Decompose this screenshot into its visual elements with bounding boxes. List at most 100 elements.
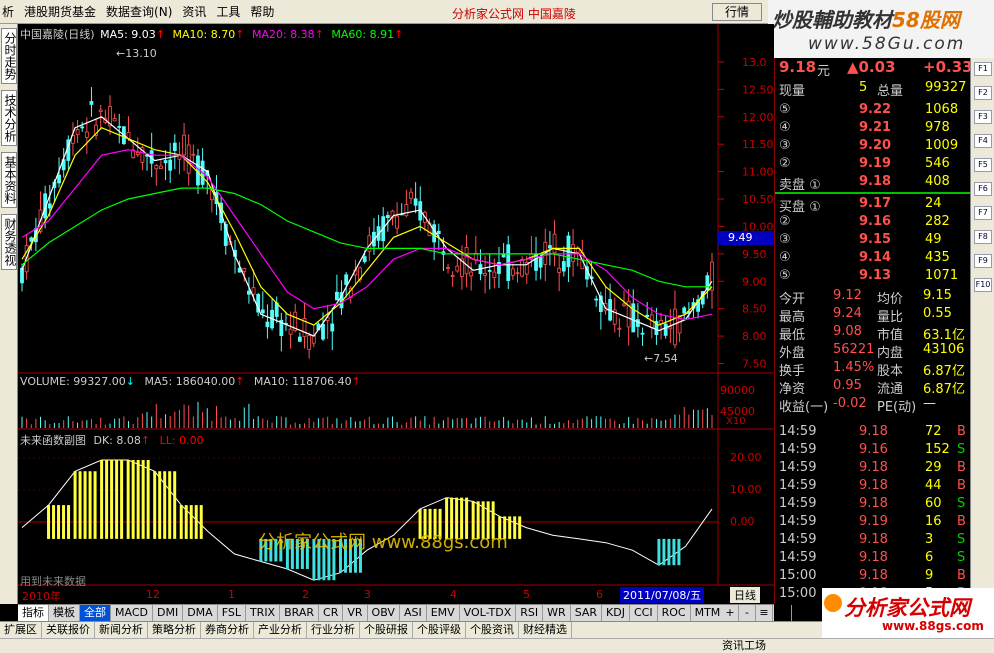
function-tab[interactable]: 个股研报 xyxy=(360,622,413,638)
function-key-f6[interactable]: F6 xyxy=(974,182,992,196)
indicator-tab[interactable]: EMV xyxy=(427,605,460,621)
candle-body xyxy=(260,309,265,314)
period-selector[interactable]: 日线 xyxy=(730,587,760,603)
function-key-f1[interactable]: F1 xyxy=(974,62,992,76)
price-tick-label: 11.50 xyxy=(742,138,774,151)
candle-body xyxy=(84,131,89,138)
zoom-out-button[interactable]: - xyxy=(739,605,756,621)
function-tab[interactable]: 个股评级 xyxy=(413,622,466,638)
stat-label-2: PE(动) xyxy=(877,400,917,415)
indicator-tab[interactable]: RSI xyxy=(516,605,544,621)
tick-row: 14:59 9.18 6 S xyxy=(775,550,971,568)
brand-title-text: 炒股輔助教材 xyxy=(772,8,892,32)
menu-item-analysis[interactable]: 析 xyxy=(2,3,14,20)
menu-item-help[interactable]: 帮助 xyxy=(250,3,274,20)
candle-body xyxy=(432,224,437,243)
indicator-tab[interactable]: KDJ xyxy=(602,605,630,621)
tick-row: 14:59 9.18 29 B xyxy=(775,460,971,478)
function-tab[interactable]: 券商分析 xyxy=(201,622,254,638)
indicator-tab[interactable]: FSL xyxy=(218,605,246,621)
function-tab[interactable]: 策略分析 xyxy=(148,622,201,638)
volume-ma10: MA10: 118706.40 xyxy=(253,375,352,388)
indicator-tab[interactable]: CR xyxy=(319,605,344,621)
indicator-tab-controls: + - ≡ xyxy=(722,604,774,621)
function-key-f9[interactable]: F9 xyxy=(974,254,992,268)
function-tab[interactable]: 新闻分析 xyxy=(95,622,148,638)
indicator-tab[interactable]: CCI xyxy=(630,605,658,621)
tick-side: S xyxy=(957,496,966,511)
candle-body xyxy=(645,314,650,318)
function-tab[interactable]: 行业分析 xyxy=(307,622,360,638)
candle-body xyxy=(409,191,413,199)
indicator-tab[interactable]: SAR xyxy=(571,605,603,621)
info-workshop-link[interactable]: 资讯工场 xyxy=(722,639,766,653)
menu-item-news[interactable]: 资讯 xyxy=(182,3,206,20)
function-key-f3[interactable]: F3 xyxy=(974,110,992,124)
function-tab[interactable]: 产业分析 xyxy=(254,622,307,638)
candle-body xyxy=(510,268,515,276)
chart-canvas[interactable]: 13.012.5012.0011.5011.0010.5010.009.509.… xyxy=(18,24,774,604)
function-key-f5[interactable]: F5 xyxy=(974,158,992,172)
indicator-tab[interactable]: 全部 xyxy=(80,605,111,621)
indicator-tab[interactable]: VOL-TDX xyxy=(460,605,517,621)
candle-body xyxy=(413,198,418,206)
indicator-tab[interactable]: VR xyxy=(343,605,368,621)
tick-time: 14:59 xyxy=(779,550,817,565)
indicator-tab[interactable]: DMA xyxy=(183,605,218,621)
ma5-label: MA5: 9.03 xyxy=(100,28,156,41)
quote-button[interactable]: 行情 xyxy=(712,3,762,21)
candle-body xyxy=(501,254,506,258)
function-key-f4[interactable]: F4 xyxy=(974,134,992,148)
x-axis: 2010年 12 1 2 3 4 5 6 2011/07/08/五 日线 xyxy=(18,586,774,604)
chart-area[interactable]: 13.0 12.50 12.00 11.50 11.00 10.50 10.00 9.50 9.… xyxy=(18,24,774,604)
indicator-tab[interactable]: BRAR xyxy=(280,605,320,621)
stat-row: 最低 9.08 市值 63.1亿 xyxy=(775,324,971,343)
function-tab[interactable]: 财经精选 xyxy=(519,622,572,638)
function-key-f2[interactable]: F2 xyxy=(974,86,992,100)
ask-row: ⑤ 9.22 1068 xyxy=(775,102,971,120)
candle-body xyxy=(594,298,599,301)
indicator-tab[interactable]: 模板 xyxy=(49,605,80,621)
price-unit: 元 xyxy=(817,64,831,79)
candle-body xyxy=(487,270,492,272)
indicator-tab[interactable]: WR xyxy=(543,605,571,621)
menu-item-data-query[interactable]: 数据查询(N) xyxy=(106,3,172,20)
function-tab[interactable]: 关联报价 xyxy=(42,622,95,638)
candle-body xyxy=(57,174,61,184)
menu-item-hk-futures[interactable]: 港股期货基金 xyxy=(24,3,96,20)
bid-price: 9.13 xyxy=(859,268,892,283)
candle-body xyxy=(89,101,94,105)
function-key-f8[interactable]: F8 xyxy=(974,230,992,244)
zoom-in-button[interactable]: + xyxy=(722,605,739,621)
stat-value: 1.45% xyxy=(833,360,875,375)
candle-body xyxy=(251,287,256,295)
ma10-arrow-icon: ↑ xyxy=(235,28,245,41)
candle-body xyxy=(640,332,645,335)
left-tab-strip: 分时走势 技术分析 基本资料 财务透视 xyxy=(0,24,18,604)
bid-row: 买盘 ① 9.17 24 xyxy=(775,196,971,215)
tab-technical[interactable]: 技术分析 xyxy=(1,90,17,146)
indicator-tab[interactable]: OBV xyxy=(368,605,400,621)
function-key-f10[interactable]: F10 xyxy=(974,278,992,292)
function-tab[interactable]: 扩展区 xyxy=(0,622,42,638)
candle-body xyxy=(163,160,168,164)
function-key-f7[interactable]: F7 xyxy=(974,206,992,220)
indicator-tab[interactable]: 指标 xyxy=(18,605,49,621)
menu-item-tools[interactable]: 工具 xyxy=(216,3,240,20)
tick-side: B xyxy=(957,478,966,493)
tab-financials[interactable]: 财务透视 xyxy=(1,214,17,270)
indicator-tab[interactable]: ROC xyxy=(658,605,691,621)
tab-intraday[interactable]: 分时走势 xyxy=(1,28,17,84)
indicator-tab[interactable]: TRIX xyxy=(246,605,281,621)
candle-body xyxy=(682,307,687,314)
indicator-tab[interactable]: MACD xyxy=(111,605,153,621)
brand-banner: 炒股輔助教材58股网 www.58Gu.com xyxy=(768,0,994,58)
x-label-6: 6 xyxy=(596,588,603,601)
tick-time: 14:59 xyxy=(779,460,817,475)
menu-icon[interactable]: ≡ xyxy=(756,605,773,621)
indicator-tab[interactable]: ASI xyxy=(400,605,427,621)
indicator-tab[interactable]: DMI xyxy=(153,605,184,621)
function-tab[interactable]: 个股资讯 xyxy=(466,622,519,638)
tab-fundamentals[interactable]: 基本资料 xyxy=(1,152,17,208)
indicator-tab[interactable]: MTM xyxy=(691,605,726,621)
